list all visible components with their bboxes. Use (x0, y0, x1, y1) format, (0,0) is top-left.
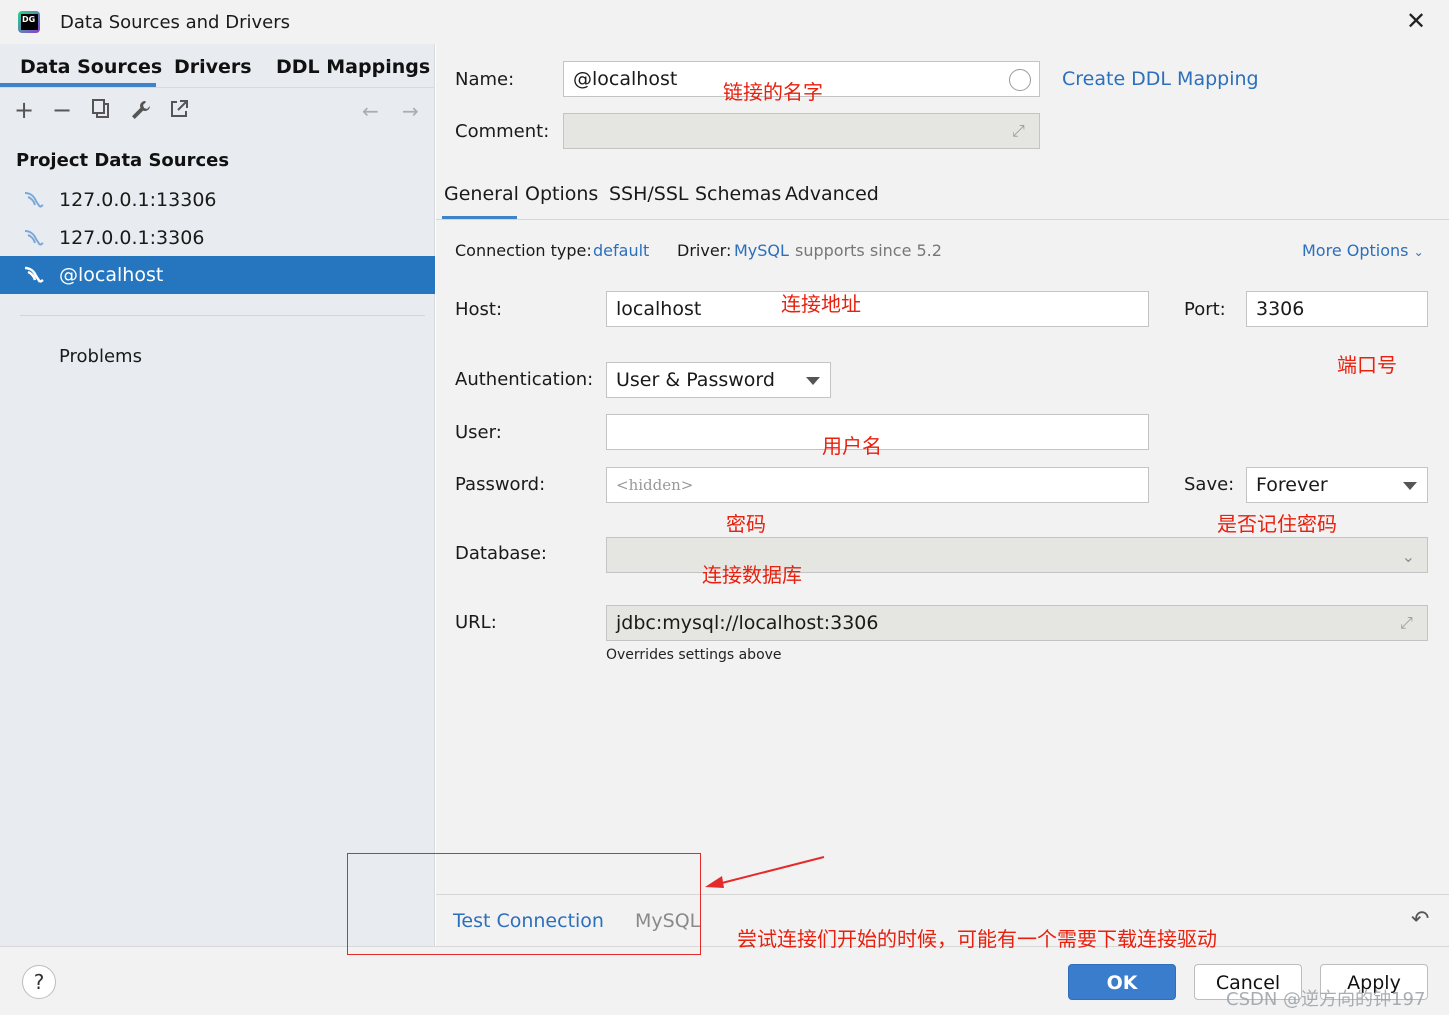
chevron-down-icon: ⌄ (1401, 547, 1415, 566)
driver-label: Driver: (677, 241, 732, 260)
dropdown-caret-icon (1403, 482, 1417, 490)
url-input[interactable]: jdbc:mysql://localhost:3306 (606, 605, 1428, 641)
driver-link[interactable]: MySQL (734, 241, 789, 260)
port-input[interactable]: 3306 (1246, 291, 1428, 327)
annotation-test-connection: 尝试连接们开始的时候，可能有一个需要下载连接驱动 (737, 927, 1217, 951)
data-source-label: @localhost (59, 264, 164, 286)
tab-ddl-mappings[interactable]: DDL Mappings (276, 56, 430, 78)
tab-data-sources[interactable]: Data Sources (20, 56, 162, 78)
database-label: Database: (455, 543, 547, 564)
arrow-left-icon[interactable]: ← (362, 99, 379, 123)
problems-item[interactable]: Problems (59, 346, 142, 367)
annotation-user: 用户名 (822, 434, 882, 458)
datagrip-logo-icon (18, 11, 40, 33)
authentication-select[interactable]: User & Password (606, 362, 831, 398)
url-value: jdbc:mysql://localhost:3306 (616, 612, 879, 634)
annotation-save: 是否记住密码 (1217, 512, 1337, 536)
tab-schemas[interactable]: Schemas (695, 183, 781, 205)
tab-general[interactable]: General (444, 183, 519, 205)
wrench-icon[interactable] (130, 99, 152, 126)
port-value: 3306 (1256, 298, 1305, 320)
minus-icon[interactable]: − (52, 96, 72, 124)
connection-type-label: Connection type: (455, 241, 592, 260)
password-label: Password: (455, 474, 546, 495)
tab-options[interactable]: Options (525, 183, 598, 205)
annotation-password: 密码 (726, 512, 766, 536)
tab-drivers[interactable]: Drivers (174, 56, 252, 78)
mysql-dolphin-icon (24, 230, 44, 246)
plus-icon[interactable]: + (14, 96, 34, 124)
external-link-icon[interactable] (169, 99, 189, 124)
divider (20, 315, 425, 316)
annotation-name: 链接的名字 (723, 80, 823, 104)
left-panel: Data Sources Drivers DDL Mappings + − ← … (0, 44, 435, 946)
port-label: Port: (1184, 299, 1226, 320)
title-bar: Data Sources and Drivers ✕ (0, 0, 1449, 44)
annotation-port: 端口号 (1337, 353, 1397, 377)
data-source-label: 127.0.0.1:3306 (59, 227, 205, 249)
name-label: Name: (455, 69, 515, 90)
dropdown-caret-icon (806, 377, 820, 385)
authentication-value: User & Password (616, 369, 775, 391)
user-label: User: (455, 422, 502, 443)
chevron-down-icon: ⌄ (1413, 245, 1424, 259)
comment-label: Comment: (455, 121, 550, 142)
url-note: Overrides settings above (606, 647, 782, 663)
annotation-host: 连接地址 (781, 292, 861, 316)
password-input[interactable]: <hidden> (606, 467, 1149, 503)
driver-note: supports since 5.2 (795, 241, 942, 260)
right-panel: Name: @localhost Create DDL Mapping Comm… (436, 44, 1449, 894)
data-source-label: 127.0.0.1:13306 (59, 189, 217, 211)
authentication-label: Authentication: (455, 369, 594, 390)
create-ddl-mapping-link[interactable]: Create DDL Mapping (1062, 68, 1259, 90)
help-button[interactable]: ? (22, 965, 56, 999)
active-tab-indicator (0, 83, 156, 87)
tab-advanced[interactable]: Advanced (785, 183, 879, 205)
left-tabs: Data Sources Drivers DDL Mappings (0, 44, 435, 88)
host-label: Host: (455, 299, 503, 320)
annotation-arrow-icon (705, 856, 825, 888)
undo-icon[interactable]: ↶ (1411, 907, 1429, 932)
annotation-highlight-box (347, 853, 701, 955)
project-data-sources-title: Project Data Sources (16, 150, 230, 171)
save-value: Forever (1256, 474, 1328, 496)
save-label: Save: (1184, 474, 1235, 495)
ok-button[interactable]: OK (1068, 964, 1176, 1000)
window-title: Data Sources and Drivers (60, 12, 290, 33)
watermark: CSDN @逆方向的钟197 (1226, 989, 1426, 1010)
tabs-divider (436, 219, 1449, 220)
mysql-dolphin-icon (24, 266, 44, 284)
mysql-dolphin-icon (24, 192, 44, 208)
arrow-right-icon[interactable]: → (402, 99, 419, 123)
host-input[interactable]: localhost (606, 291, 1149, 327)
host-value: localhost (616, 298, 702, 320)
password-placeholder: <hidden> (616, 476, 694, 494)
comment-input[interactable] (563, 113, 1040, 149)
annotation-database: 连接数据库 (702, 563, 802, 587)
color-circle-icon[interactable] (1009, 69, 1031, 91)
more-options-link[interactable]: More Options ⌄ (1302, 241, 1424, 260)
data-source-item[interactable]: 127.0.0.1:3306 (0, 219, 435, 257)
more-options-label: More Options (1302, 241, 1409, 260)
connection-type-link[interactable]: default (593, 241, 649, 260)
data-source-item-selected[interactable]: @localhost (0, 256, 435, 294)
url-label: URL: (455, 612, 497, 633)
name-value: @localhost (573, 68, 678, 90)
expand-icon[interactable]: ⤢ (1012, 121, 1025, 141)
close-icon[interactable]: ✕ (1404, 8, 1428, 34)
data-source-item[interactable]: 127.0.0.1:13306 (0, 181, 435, 219)
tab-ssh-ssl[interactable]: SSH/SSL (609, 183, 689, 205)
copy-icon[interactable] (91, 99, 111, 124)
save-select[interactable]: Forever (1246, 467, 1428, 503)
expand-icon[interactable]: ⤢ (1400, 613, 1413, 633)
